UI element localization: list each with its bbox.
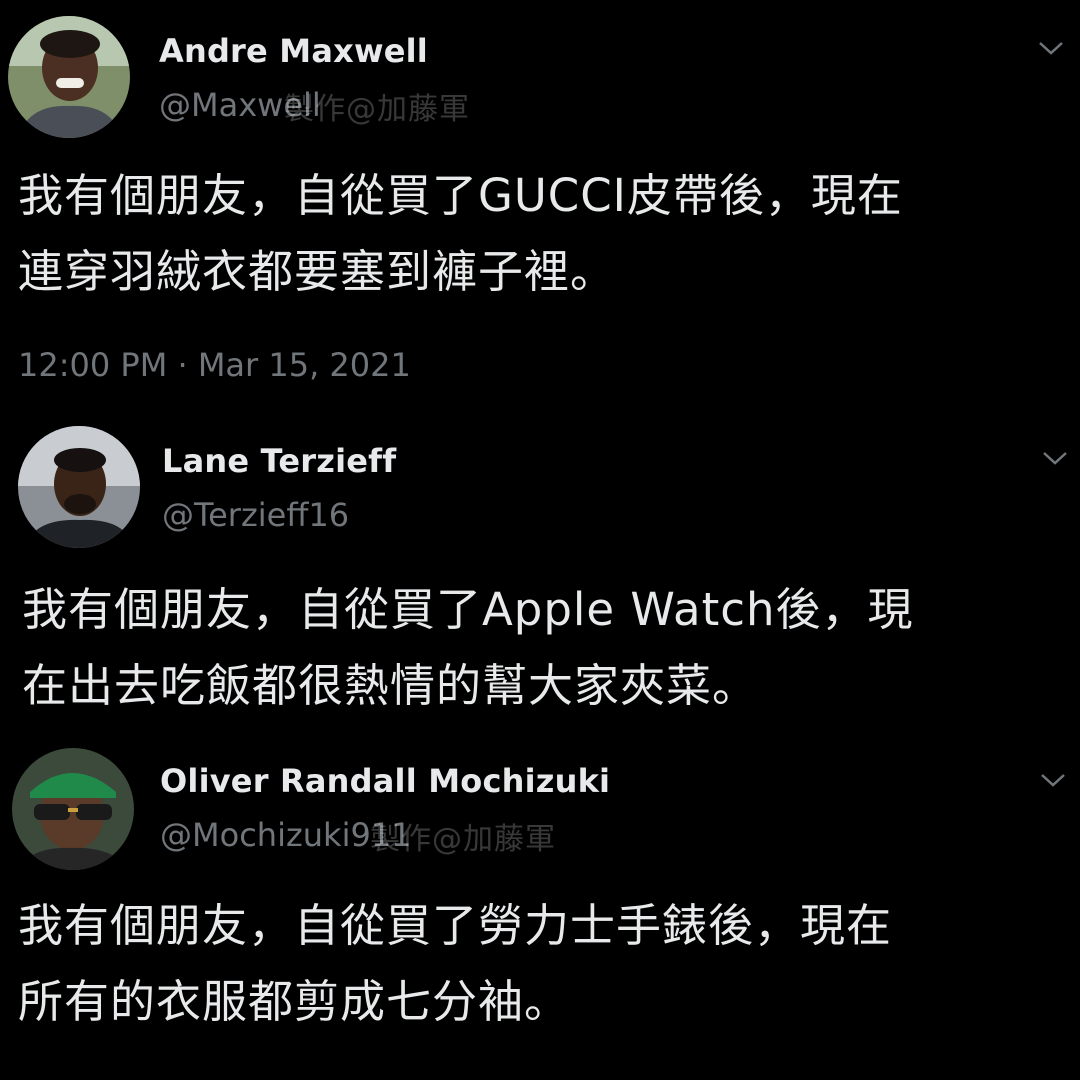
watermark: 製作@加藤軍 [370,822,556,857]
chevron-down-icon[interactable] [1038,770,1068,790]
tweet-text: 我有個朋友，自從買了勞力士手錶後，現在 所有的衣服都剪成七分袖。 [18,899,893,1028]
user-name[interactable]: Oliver Randall Mochizuki [160,762,610,800]
avatar[interactable] [12,748,134,870]
tweet-3: Oliver Randall Mochizuki @Mochizuki911 製… [0,0,1080,1080]
